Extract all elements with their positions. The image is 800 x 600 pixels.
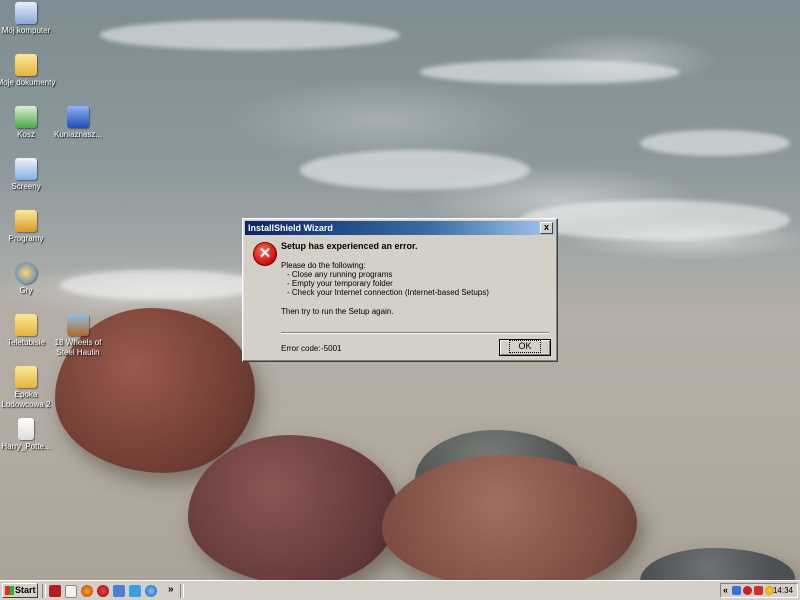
error-heading: Setup has experienced an error. [281, 241, 418, 251]
paint-icon [15, 158, 37, 180]
dialog-separator [281, 332, 549, 334]
wallpaper-foam [100, 20, 400, 50]
truck-game-icon [67, 314, 89, 336]
quicklaunch-media-icon[interactable] [97, 585, 109, 597]
system-tray: « 14:34 [720, 583, 798, 598]
folder-icon [15, 314, 37, 336]
wallpaper-stone [188, 435, 398, 580]
wallpaper-stone [640, 548, 795, 580]
tray-expand-button[interactable]: « [723, 584, 728, 597]
quicklaunch-document-icon[interactable] [65, 585, 77, 598]
quicklaunch-desktop-icon[interactable] [129, 585, 141, 597]
antivirus-icon[interactable] [743, 586, 752, 595]
computer-icon [15, 2, 37, 24]
desktop-icon-my-documents[interactable]: Moje dokumenty [0, 54, 58, 88]
installshield-error-dialog: InstallShield Wizard x ✕ Setup has exper… [242, 218, 558, 362]
desktop-icon-screeny[interactable]: Screeny [0, 158, 58, 192]
programs-folder-icon [15, 210, 37, 232]
taskbar-separator [42, 584, 46, 598]
wallpaper-foam [60, 270, 260, 300]
instructions-intro: Please do the following: [281, 261, 366, 270]
error-icon: ✕ [253, 242, 277, 266]
network-icon[interactable] [732, 586, 741, 595]
wallpaper-foam [520, 200, 790, 240]
app-shortcut-icon [67, 106, 89, 128]
folder-icon [15, 366, 37, 388]
desktop-icon-kuniaznasz[interactable]: Kuniaznasz... [46, 106, 110, 140]
desktop-icon-harry-potter[interactable]: Harry_Potte... [0, 418, 58, 452]
windows-logo-icon [5, 586, 14, 595]
ok-button-label: OK [509, 340, 541, 353]
quicklaunch-explorer-icon[interactable] [113, 585, 125, 597]
wallpaper-foam [300, 150, 530, 190]
start-button[interactable]: Start [2, 583, 38, 598]
document-icon [18, 418, 34, 440]
retry-text: Then try to run the Setup again. [281, 307, 394, 316]
clock[interactable]: 14:34 [773, 584, 793, 597]
wallpaper-foam [640, 130, 790, 156]
folder-documents-icon [15, 54, 37, 76]
desktop-icon-my-computer[interactable]: Mój komputer [0, 2, 58, 36]
games-icon [15, 262, 37, 284]
close-icon: x [543, 222, 549, 232]
instructions-list: Close any running programs Empty your te… [287, 270, 489, 297]
instruction-item: Empty your temporary folder [287, 279, 489, 288]
dialog-titlebar[interactable]: InstallShield Wizard x [245, 221, 555, 235]
desktop-icon-gry[interactable]: Gry [0, 262, 58, 296]
taskbar-separator [180, 584, 184, 598]
desktop-icon-18-wheels[interactable]: 18 Wheels of Steel Haulin [46, 314, 110, 358]
quicklaunch-firefox-icon[interactable] [81, 585, 93, 597]
security-shield-icon[interactable] [754, 586, 763, 595]
quicklaunch-app-icon[interactable] [49, 585, 61, 597]
close-button[interactable]: x [540, 222, 553, 234]
taskbar: Start » « 14:34 [0, 580, 800, 600]
ok-button[interactable]: OK [499, 339, 551, 356]
desktop-icon-programy[interactable]: Programy [0, 210, 58, 244]
dialog-title: InstallShield Wizard [248, 223, 333, 233]
instruction-item: Check your Internet connection (Internet… [287, 288, 489, 297]
wallpaper-foam [420, 60, 680, 84]
quicklaunch-more-button[interactable]: » [168, 584, 174, 595]
error-code-label: Error code: [281, 344, 321, 353]
quicklaunch-ie-icon[interactable] [145, 585, 157, 597]
error-code-value: -5001 [321, 344, 342, 353]
desktop-icon-epoka-lodowcowa[interactable]: Epoka Lodowcowa 2 [0, 366, 58, 410]
instruction-item: Close any running programs [287, 270, 489, 279]
recycle-bin-icon [15, 106, 37, 128]
